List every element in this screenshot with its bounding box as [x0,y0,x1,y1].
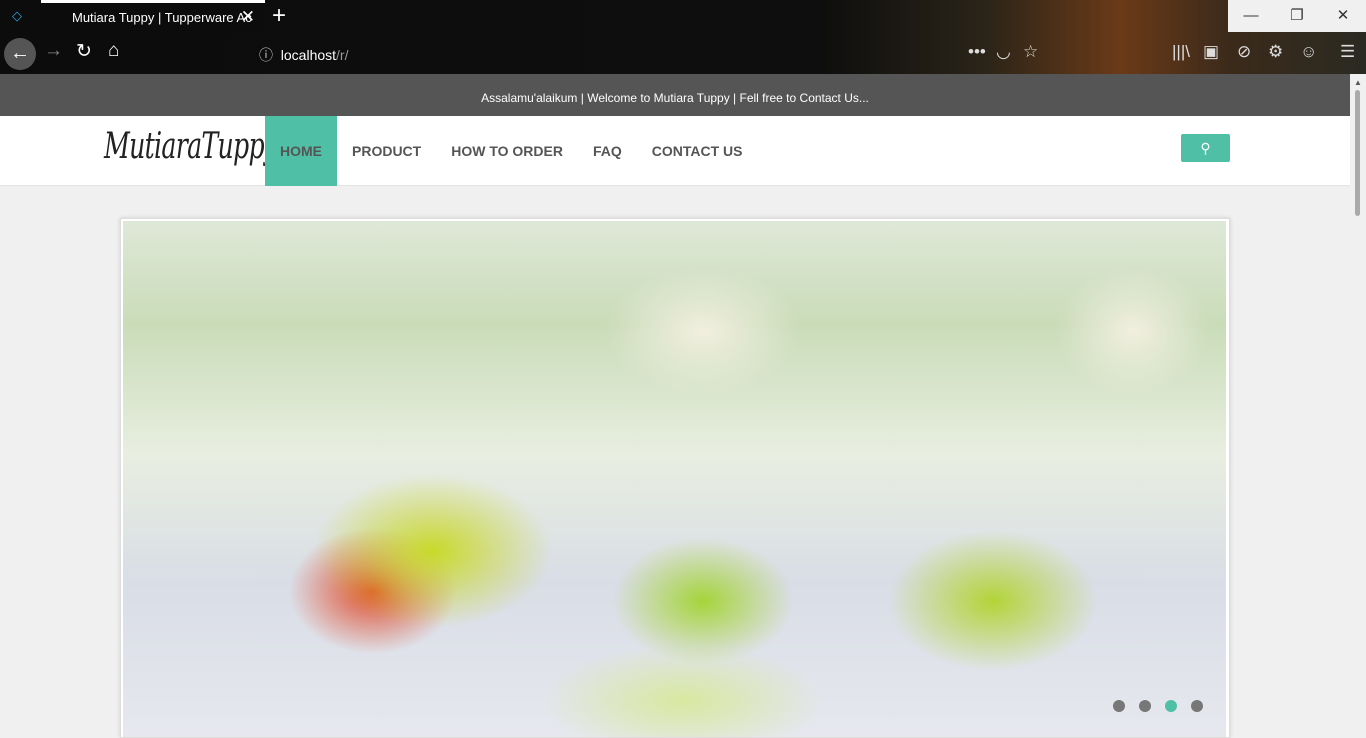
reload-button[interactable]: ↻ [76,40,92,63]
restore-button[interactable]: ❐ [1274,0,1320,32]
page-actions-icon[interactable]: ••• [968,42,986,62]
search-button[interactable]: ⚲ [1181,134,1230,162]
account-icon[interactable]: ☺ [1300,42,1317,62]
welcome-bar: Assalamu'alaikum | Welcome to Mutiara Tu… [0,74,1350,116]
browser-chrome: ◇ Mutiara Tuppy | Tupperware Ac ✕ + — ❐ … [0,0,1366,74]
library-icon[interactable]: |||\ [1172,42,1190,62]
scroll-up-icon[interactable]: ▲ [1354,78,1362,87]
slider-dot[interactable] [1139,700,1151,712]
extension-gears-icon[interactable]: ⚙ [1268,42,1283,62]
firefox-view-icon[interactable]: ◇ [12,8,22,24]
slider-indicators [1113,700,1203,712]
slide-image [123,221,1226,737]
menu-icon[interactable]: ☰ [1340,42,1355,62]
close-tab-icon[interactable]: ✕ [241,7,255,27]
url-bar[interactable]: ⓘ localhost/r/ [259,45,349,65]
nav-faq[interactable]: FAQ [578,116,637,186]
slider-dot[interactable] [1113,700,1125,712]
site-logo[interactable]: MutiaraTuppy [104,126,278,167]
home-button[interactable]: ⌂ [108,40,119,62]
browser-tab[interactable]: Mutiara Tuppy | Tupperware Ac ✕ [41,0,265,34]
welcome-text: Assalamu'alaikum | Welcome to Mutiara Tu… [481,91,869,105]
new-tab-button[interactable]: + [272,2,286,30]
close-window-button[interactable]: ✕ [1320,0,1366,32]
pocket-icon[interactable]: ◡ [996,42,1011,62]
hero-slider[interactable] [120,218,1230,738]
tab-strip: ◇ Mutiara Tuppy | Tupperware Ac ✕ + — ❐ … [0,0,1366,34]
slider-dot[interactable] [1165,700,1177,712]
tab-title: Mutiara Tuppy | Tupperware Ac [72,10,252,25]
scrollbar[interactable]: ▲ [1350,74,1366,738]
extension-icon[interactable]: ⊘ [1237,42,1251,62]
minimize-button[interactable]: — [1228,0,1274,32]
forward-button[interactable]: → [44,40,63,62]
main-nav: HOME PRODUCT HOW TO ORDER FAQ CONTACT US [265,116,758,186]
url-path: /r/ [336,47,349,63]
site-header: MutiaraTuppy HOME PRODUCT HOW TO ORDER F… [0,116,1350,186]
nav-home[interactable]: HOME [265,116,337,186]
info-icon[interactable]: ⓘ [259,47,273,63]
slider-dot[interactable] [1191,700,1203,712]
window-controls: — ❐ ✕ [1228,0,1366,32]
search-icon: ⚲ [1200,140,1211,156]
nav-how-to-order[interactable]: HOW TO ORDER [436,116,578,186]
url-host: localhost [280,47,337,63]
nav-product[interactable]: PRODUCT [337,116,436,186]
nav-contact-us[interactable]: CONTACT US [637,116,758,186]
back-button[interactable]: ← [4,38,36,70]
bookmark-star-icon[interactable]: ☆ [1023,42,1038,62]
sidebar-icon[interactable]: ▣ [1203,42,1219,62]
scrollbar-thumb[interactable] [1355,90,1360,216]
